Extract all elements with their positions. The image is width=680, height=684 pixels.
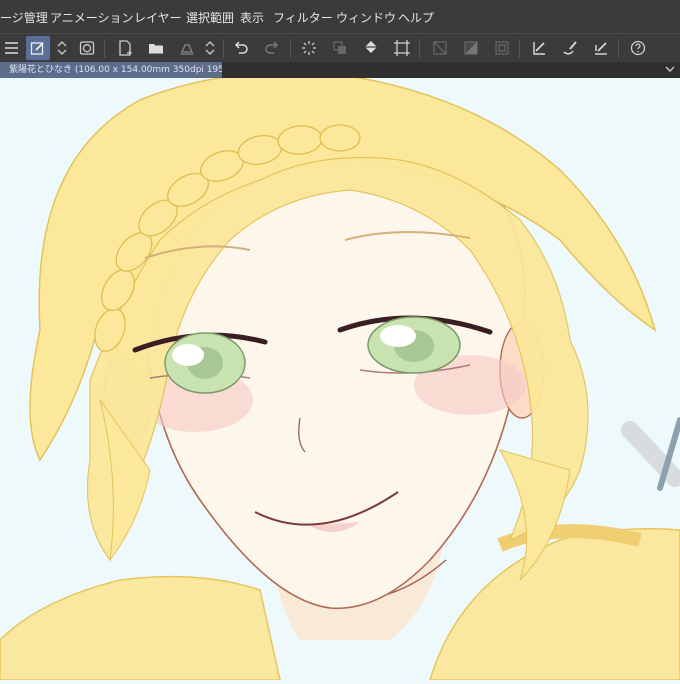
drawing-canvas[interactable] [0, 71, 680, 681]
copy-button[interactable] [328, 36, 352, 60]
edit-pen-icon [30, 42, 44, 55]
toolbar-divider [519, 39, 520, 58]
redo-button[interactable] [260, 36, 284, 60]
loading-icon [302, 41, 316, 55]
invert-button[interactable] [459, 36, 483, 60]
open-button[interactable] [144, 36, 168, 60]
select-frame-button[interactable] [490, 36, 514, 60]
clear-button[interactable] [428, 36, 452, 60]
fill-button[interactable] [359, 36, 383, 60]
save-button[interactable] [175, 36, 199, 60]
brush-icon [563, 41, 577, 55]
menu-item-page-management[interactable]: ージ管理 [0, 11, 48, 25]
document-tab-bar: 紫陽花とひなき (106.00 x 154.00mm 350dpi 195.1%… [0, 62, 680, 78]
toolbar-divider [223, 39, 224, 58]
menu-item-animation[interactable]: アニメーション [50, 11, 134, 25]
transform-icon [394, 40, 410, 56]
select-frame-icon [495, 41, 509, 55]
redo-icon [265, 41, 279, 54]
pen-icon [595, 42, 607, 55]
illustration [0, 71, 680, 681]
camera-button[interactable] [75, 36, 99, 60]
menu-item-layer[interactable]: レイヤー [134, 11, 182, 25]
ruler-button[interactable] [527, 36, 551, 60]
undo-button[interactable] [229, 36, 253, 60]
open-folder-icon [149, 44, 163, 54]
processing-button[interactable] [297, 36, 321, 60]
chevron-down-icon[interactable] [664, 63, 676, 75]
invert-icon [464, 41, 478, 55]
camera-icon [79, 41, 95, 55]
brush-button[interactable] [558, 36, 582, 60]
toolbar-divider [290, 39, 291, 58]
copy-icon [333, 41, 346, 54]
toolbar-divider [618, 39, 619, 58]
new-document-button[interactable] [113, 36, 137, 60]
edit-button[interactable] [26, 36, 50, 60]
menu-item-view[interactable]: 表示 [240, 11, 264, 25]
command-bar [0, 33, 680, 63]
menu-item-selection[interactable]: 選択範囲 [186, 11, 234, 25]
clear-icon [433, 41, 447, 55]
ruler-icon [533, 42, 545, 55]
menu-icon [5, 42, 18, 54]
undo-icon [234, 41, 248, 54]
save-icon [180, 44, 194, 55]
transform-button[interactable] [390, 36, 414, 60]
new-document-icon [119, 40, 132, 56]
help-button[interactable] [626, 36, 650, 60]
menu-item-window[interactable]: ウィンドウ [336, 11, 396, 25]
pen-button[interactable] [589, 36, 613, 60]
fill-bucket-icon [365, 41, 377, 53]
menu-button[interactable] [0, 36, 24, 60]
stepper-button-2[interactable] [200, 36, 220, 60]
menu-bar: ージ管理 アニメーション レイヤー 選択範囲 表示 フィルター ウィンドウ ヘル… [0, 0, 680, 33]
toolbar-divider [104, 39, 105, 58]
help-icon [630, 40, 646, 56]
stepper-icon [57, 41, 67, 55]
toolbar-divider [419, 39, 420, 58]
menu-item-filter[interactable]: フィルター [273, 11, 333, 25]
stepper-icon [205, 41, 215, 55]
stepper-button[interactable] [52, 36, 72, 60]
menu-item-help[interactable]: ヘルプ [398, 11, 434, 25]
document-tab[interactable]: 紫陽花とひなき (106.00 x 154.00mm 350dpi 195.1%… [0, 62, 222, 78]
